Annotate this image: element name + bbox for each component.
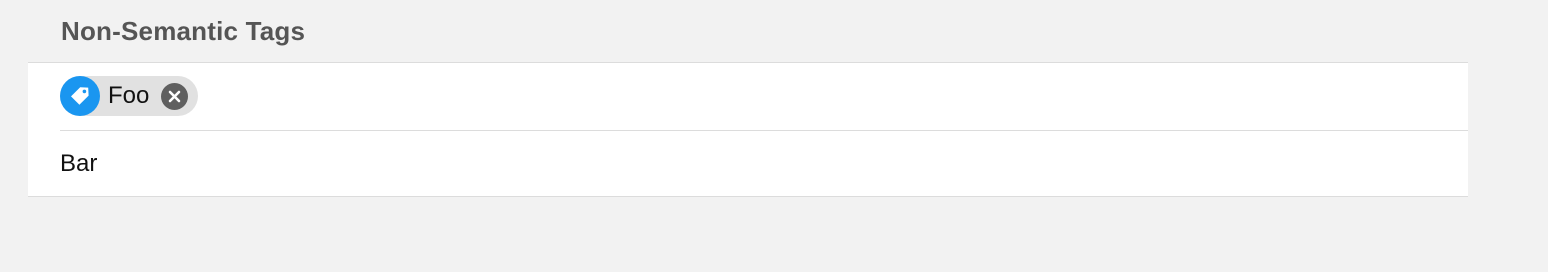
tag-icon <box>60 76 100 116</box>
close-circle-icon[interactable] <box>161 83 188 110</box>
tag-input-row <box>28 131 1468 197</box>
section-title: Non-Semantic Tags <box>61 16 306 46</box>
tag-list: Foo <box>28 63 1468 130</box>
tags-panel: Foo <box>28 62 1468 197</box>
tag-input[interactable] <box>60 147 1440 181</box>
tag-label: Foo <box>108 82 150 109</box>
tag-chip-foo[interactable]: Foo <box>60 76 198 116</box>
